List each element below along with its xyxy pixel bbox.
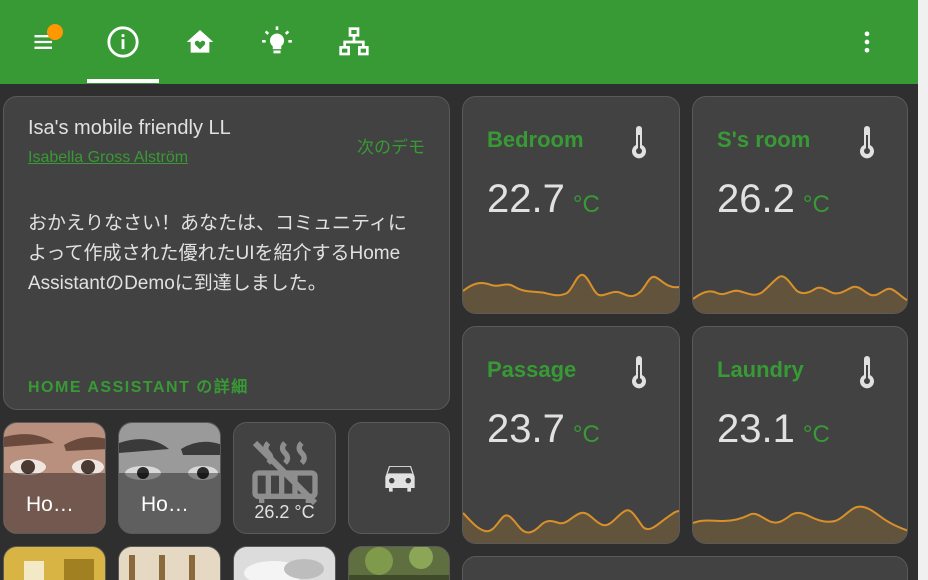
intro-text: おかえりなさい！あなたは、コミュニティによって作成された優れたUIを紹介するHo… — [28, 213, 407, 294]
lightbulb-icon — [262, 26, 292, 54]
room-tile-3[interactable] — [233, 546, 336, 580]
sensor-value: 23.1 °C — [717, 407, 830, 451]
room-photo-3 — [234, 547, 335, 580]
sensor-card-bedroom[interactable]: Bedroom 22.7 °C — [462, 96, 680, 314]
information-icon — [107, 26, 139, 58]
room-tile-2[interactable] — [118, 546, 221, 580]
sensor-unit: °C — [802, 421, 830, 448]
temperature-history-graph — [693, 275, 907, 313]
person-tile-2[interactable]: Ho… — [118, 422, 221, 534]
thermometer-icon — [632, 356, 646, 389]
partial-card[interactable] — [462, 556, 908, 580]
intro-card: Isa's mobile friendly LL Isabella Gross … — [3, 96, 450, 410]
learn-more-link[interactable]: HOME ASSISTANT の詳細 — [28, 373, 249, 397]
sensor-unit: °C — [572, 421, 600, 448]
network-icon — [339, 27, 369, 56]
tab-home[interactable] — [178, 20, 222, 64]
person-tile-1[interactable]: Ho… — [3, 422, 106, 534]
author-link[interactable]: Isabella Gross Alström — [28, 149, 188, 167]
sensor-card-laundry[interactable]: Laundry 23.1 °C — [692, 326, 908, 544]
radiator-tile[interactable]: 26.2 °C — [233, 422, 336, 534]
dots-vertical-icon — [864, 31, 870, 53]
home-heart-icon — [186, 30, 214, 53]
sensor-value: 26.2 °C — [717, 177, 830, 221]
intro-title: Isa's mobile friendly LL — [28, 117, 231, 139]
tab-lights[interactable] — [255, 20, 299, 64]
sensor-value: 22.7 °C — [487, 177, 600, 221]
car-tile[interactable] — [348, 422, 450, 534]
tab-network[interactable] — [332, 20, 376, 64]
sensor-unit: °C — [802, 191, 830, 218]
car-icon — [385, 466, 415, 492]
tile-label: Ho… — [4, 473, 105, 533]
thermometer-icon — [860, 356, 874, 389]
notification-badge — [47, 24, 63, 40]
tile-state: 26.2 °C — [254, 502, 315, 522]
temperature-history-graph — [693, 505, 907, 543]
sensor-card-passage[interactable]: Passage 23.7 °C — [462, 326, 680, 544]
thermometer-icon — [632, 126, 646, 159]
temperature-history-graph — [463, 509, 679, 543]
active-tab-indicator — [87, 79, 159, 83]
radiator-off-icon — [252, 440, 318, 506]
sensor-unit: °C — [572, 191, 600, 218]
room-photo-1 — [4, 547, 105, 580]
room-tile-4[interactable] — [348, 546, 450, 580]
sensor-name: Laundry — [717, 357, 804, 382]
tile-label: Ho… — [119, 473, 220, 533]
scrollbar[interactable] — [918, 0, 928, 580]
sensor-name: Passage — [487, 357, 577, 382]
sensor-card-s-room[interactable]: S's room 26.2 °C — [692, 96, 908, 314]
room-tile-1[interactable] — [3, 546, 106, 580]
tab-info[interactable] — [101, 20, 145, 64]
temperature-history-graph — [463, 273, 679, 313]
sensor-name: S's room — [717, 127, 811, 152]
room-photo-4 — [349, 547, 449, 580]
next-demo-button[interactable]: 次のデモ — [357, 133, 425, 158]
menu-button[interactable] — [23, 20, 67, 64]
sensor-name: Bedroom — [487, 127, 584, 152]
top-app-bar — [0, 0, 918, 84]
room-photo-2 — [119, 547, 220, 580]
sensor-value: 23.7 °C — [487, 407, 600, 451]
more-options-button[interactable] — [845, 20, 889, 64]
thermometer-icon — [860, 126, 874, 159]
